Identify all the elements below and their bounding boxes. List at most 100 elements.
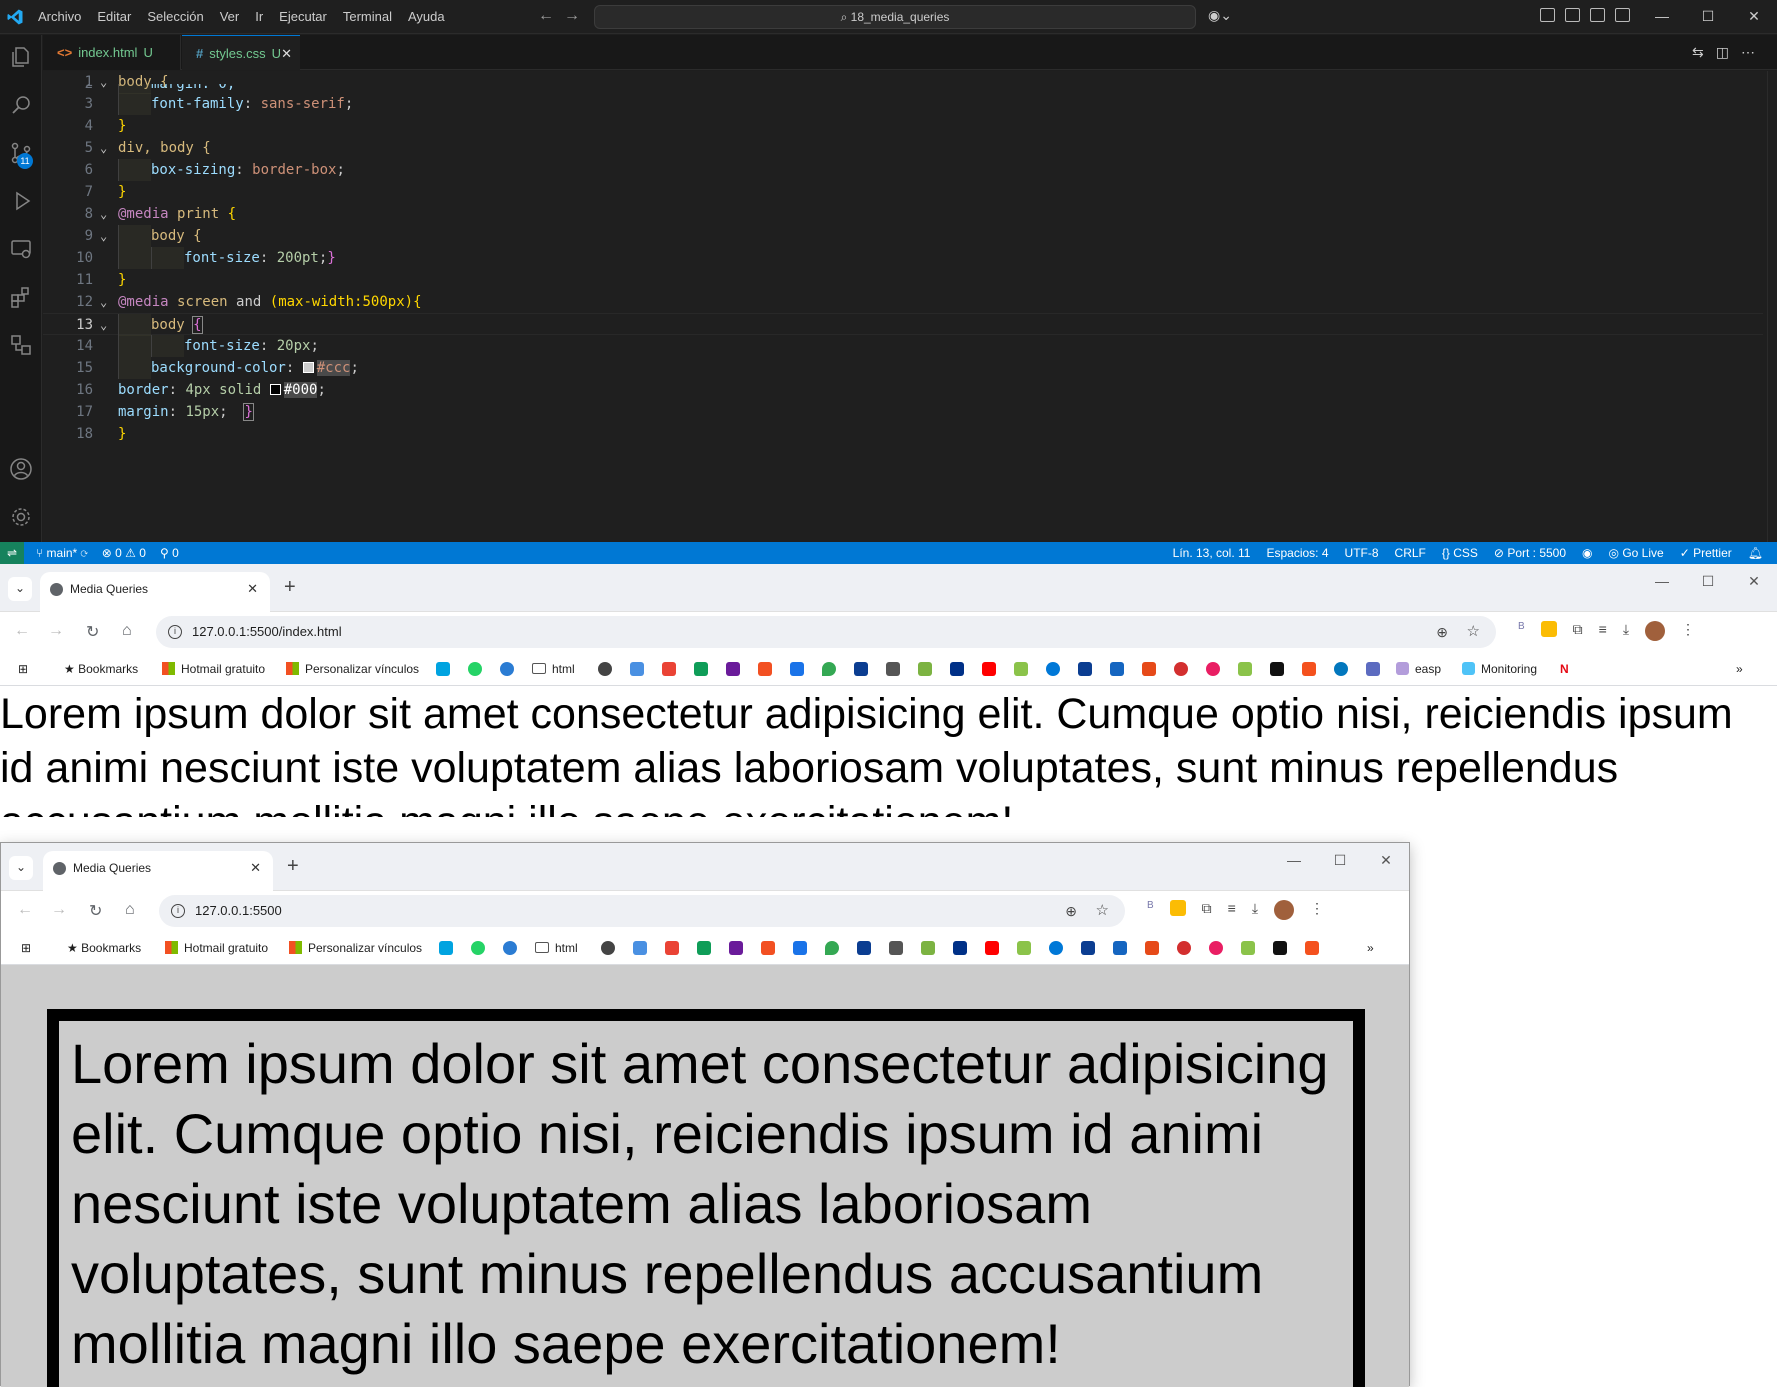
calendar-icon[interactable] xyxy=(790,662,804,676)
mail-icon[interactable] xyxy=(726,662,740,676)
run-debug-icon[interactable] xyxy=(9,189,33,213)
extension-b-icon[interactable]: B xyxy=(1518,621,1525,641)
bookmark-item[interactable]: ★ Bookmarks xyxy=(67,931,141,965)
app-a-icon[interactable] xyxy=(854,662,868,676)
fold-chevron-icon[interactable]: ⌄ xyxy=(100,203,107,225)
menu-archivo[interactable]: Archivo xyxy=(38,9,81,24)
more-bookmarks-icon[interactable]: » xyxy=(1367,931,1374,965)
search-icon[interactable] xyxy=(9,93,33,117)
git-branch[interactable]: ⑂ main* ⟳ xyxy=(36,542,88,564)
browser-tab[interactable]: Media Queries ✕ xyxy=(43,851,273,891)
os-icon[interactable] xyxy=(889,941,903,955)
maps-icon[interactable] xyxy=(822,662,836,676)
menu-seleccion[interactable]: Selección xyxy=(147,9,203,24)
code-editor[interactable]: 1 ⌄ body { 2 margin: 0; 3 font-family: sans-… xyxy=(43,71,1777,542)
remote-indicator-icon[interactable]: ⇌ xyxy=(0,542,24,564)
html5-icon[interactable] xyxy=(1142,662,1156,676)
amazon-icon[interactable] xyxy=(1273,941,1287,955)
media-control-icon[interactable]: ≡ xyxy=(1228,900,1236,920)
address-bar[interactable]: i 127.0.0.1:5500/index.html ⊕ ☆ xyxy=(156,616,1496,648)
address-bar[interactable]: i 127.0.0.1:5500 ⊕ ☆ xyxy=(159,895,1125,927)
calendar-icon[interactable] xyxy=(793,941,807,955)
prettier-status[interactable]: ✓ Prettier xyxy=(1680,542,1732,564)
color-swatch[interactable] xyxy=(302,362,314,373)
maps-icon[interactable] xyxy=(825,941,839,955)
menu-ejecutar[interactable]: Ejecutar xyxy=(279,9,327,24)
fold-chevron-icon[interactable]: ⌄ xyxy=(100,225,107,247)
pocket-icon[interactable] xyxy=(1302,662,1316,676)
bookmark-item-monitoring[interactable]: Monitoring xyxy=(1462,652,1537,686)
youtube-icon[interactable] xyxy=(985,941,999,955)
new-tab-icon[interactable]: + xyxy=(287,856,299,876)
skull-icon[interactable] xyxy=(1206,662,1220,676)
play-icon[interactable] xyxy=(1334,662,1348,676)
bookmark-item[interactable]: ★ Bookmarks xyxy=(64,652,138,686)
bookmark-favicon-icon[interactable] xyxy=(439,941,453,955)
home-icon[interactable]: ⌂ xyxy=(122,622,132,640)
paypal-icon[interactable] xyxy=(950,662,964,676)
menu-kebab-icon[interactable]: ⋮ xyxy=(1310,900,1324,920)
android-icon[interactable] xyxy=(1241,941,1255,955)
zoom-icon[interactable]: ⊕ xyxy=(1436,616,1448,648)
fold-chevron-icon[interactable]: ⌄ xyxy=(100,314,107,336)
whatsapp-icon[interactable] xyxy=(471,941,485,955)
close-icon[interactable]: ✕ xyxy=(1731,0,1777,34)
maximize-icon[interactable]: ☐ xyxy=(1685,564,1731,598)
os-icon[interactable] xyxy=(886,662,900,676)
menu-ir[interactable]: Ir xyxy=(255,9,263,24)
forward-icon[interactable]: → xyxy=(48,622,64,640)
amazon-icon[interactable] xyxy=(1270,662,1284,676)
home-icon[interactable]: ⌂ xyxy=(125,901,135,919)
close-tab-icon[interactable]: ✕ xyxy=(281,36,292,71)
site-info-icon[interactable]: i xyxy=(168,625,182,639)
line-ending[interactable]: CRLF xyxy=(1395,542,1426,564)
bookmark-item-easp[interactable]: easp xyxy=(1396,652,1441,686)
nav-arrows[interactable]: ←→ xyxy=(538,7,590,25)
netflix-icon[interactable]: N xyxy=(1560,652,1569,686)
toggle-panel-icon[interactable] xyxy=(1590,8,1605,22)
gmail-icon[interactable] xyxy=(665,941,679,955)
problems-indicator[interactable]: ⊗ 0 ⚠ 0 xyxy=(102,542,146,564)
testing-icon[interactable] xyxy=(9,333,33,357)
bookmark-item[interactable]: Hotmail gratuito xyxy=(165,931,268,965)
extension-icon[interactable] xyxy=(1017,941,1031,955)
editor-scrollbar[interactable] xyxy=(1767,71,1777,542)
extensions-icon[interactable] xyxy=(9,285,33,309)
site-info-icon[interactable]: i xyxy=(171,904,185,918)
o2-icon[interactable] xyxy=(1110,662,1124,676)
compare-icon[interactable]: ⇆ xyxy=(1692,44,1716,60)
doc-icon[interactable] xyxy=(1366,662,1380,676)
apps-grid-icon[interactable]: ⊞ xyxy=(21,931,31,965)
ports-indicator[interactable]: ⚲ 0 xyxy=(160,542,179,564)
tab-search-chevron-icon[interactable]: ⌄ xyxy=(8,577,32,601)
cursor-position[interactable]: Lín. 13, col. 11 xyxy=(1173,542,1251,564)
close-icon[interactable]: ✕ xyxy=(1363,843,1409,877)
gmail-icon[interactable] xyxy=(662,662,676,676)
reload-icon[interactable]: ↻ xyxy=(86,622,99,642)
back-arrow-icon[interactable]: ← xyxy=(538,7,564,24)
close-tab-icon[interactable]: ✕ xyxy=(250,851,261,885)
wz-icon[interactable] xyxy=(921,941,935,955)
paypal-icon[interactable] xyxy=(953,941,967,955)
app-a2-icon[interactable] xyxy=(1081,941,1095,955)
apps-grid-icon[interactable]: ⊞ xyxy=(18,652,28,686)
extensions-puzzle-icon[interactable]: ⧉ xyxy=(1202,900,1212,920)
maximize-icon[interactable]: ☐ xyxy=(1317,843,1363,877)
bookmark-item[interactable]: Personalizar vínculos xyxy=(289,931,422,965)
gemini-icon[interactable] xyxy=(633,941,647,955)
tab-index-html[interactable]: <> index.html U xyxy=(43,35,181,70)
extension-keep-icon[interactable] xyxy=(1540,621,1557,637)
notifications-bell-icon[interactable]: 🔔︎ xyxy=(1748,542,1763,564)
back-icon[interactable]: ← xyxy=(14,622,30,640)
color-swatch[interactable] xyxy=(269,384,281,395)
language-mode[interactable]: {} CSS xyxy=(1442,542,1478,564)
bookmark-item[interactable]: Hotmail gratuito xyxy=(162,652,265,686)
o2-icon[interactable] xyxy=(1113,941,1127,955)
reload-icon[interactable]: ↻ xyxy=(89,901,102,921)
app-a2-icon[interactable] xyxy=(1078,662,1092,676)
fold-chevron-icon[interactable]: ⌄ xyxy=(100,137,107,159)
profile-avatar[interactable] xyxy=(1274,900,1295,920)
bookmark-folder-html[interactable]: html xyxy=(532,652,575,686)
download-icon[interactable]: ⤓ xyxy=(1252,900,1258,920)
indentation[interactable]: Espacios: 4 xyxy=(1266,542,1328,564)
